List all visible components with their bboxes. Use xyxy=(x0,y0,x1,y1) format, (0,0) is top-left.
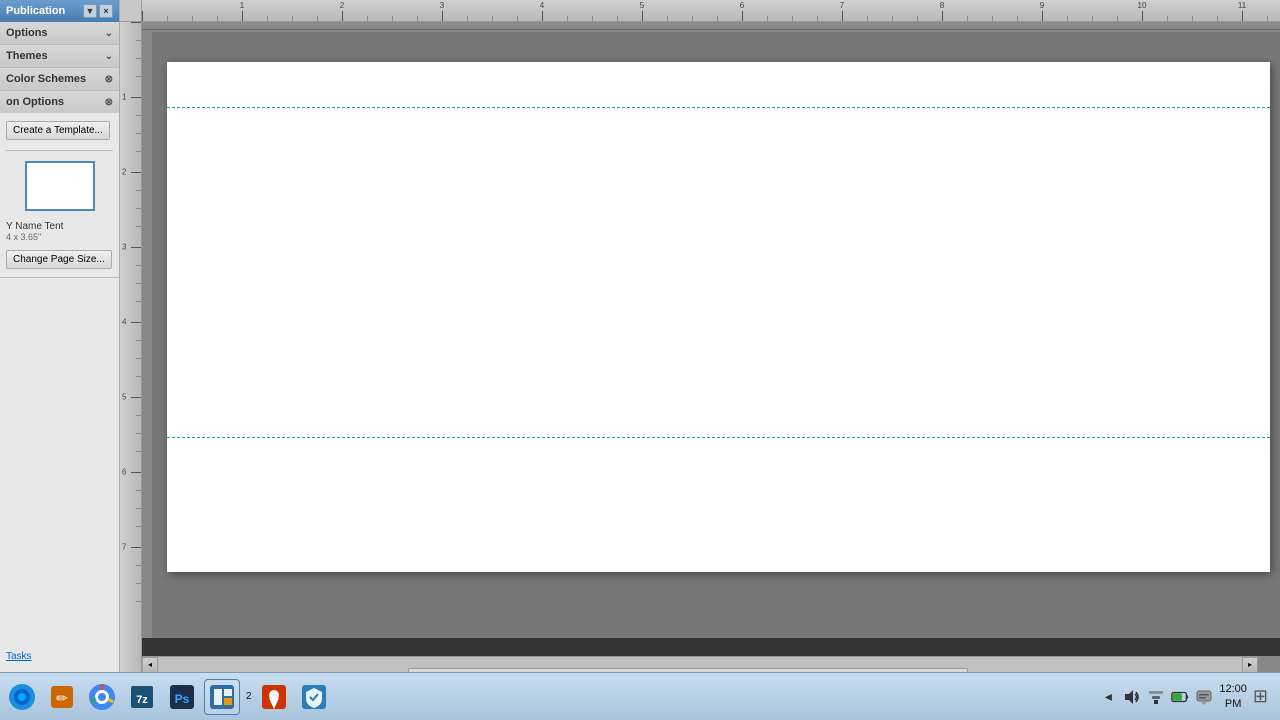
taskbar-chrome-icon[interactable] xyxy=(84,679,120,715)
guide-line-middle xyxy=(167,437,1270,438)
page-white xyxy=(167,62,1270,572)
sidebar: Publication ▼ × Options ⌄ Themes ⌄ Color… xyxy=(0,0,120,672)
page-canvas xyxy=(152,32,1280,650)
ruler-vertical: 1234567 xyxy=(120,22,142,672)
canvas-area: ... 123456789101112 1234567 ◂ xyxy=(120,0,1280,672)
themes-section: Themes ⌄ xyxy=(0,45,119,68)
themes-chevron-icon: ⌄ xyxy=(105,51,113,62)
template-size: 4 x 3.65" xyxy=(6,232,113,242)
panel-titlebar: Publication ▼ × xyxy=(0,0,119,22)
taskbar: ✏ 7z Ps xyxy=(0,672,1280,720)
taskbar-photoshop-icon[interactable]: Ps xyxy=(164,679,200,715)
taskbar-left: ✏ 7z Ps xyxy=(4,679,1099,715)
taskbar-right: ◂ xyxy=(1099,682,1276,711)
taskbar-7zip-icon[interactable]: 7z xyxy=(124,679,160,715)
color-schemes-section: Color Schemes ⊗ xyxy=(0,68,119,91)
scroll-right-button[interactable]: ▸ xyxy=(1242,657,1258,673)
taskbar-security-icon[interactable] xyxy=(296,679,332,715)
taskbar-publisher-icon[interactable] xyxy=(204,679,240,715)
systray-network-icon[interactable] xyxy=(1147,688,1165,706)
resize-indicator: ⊞ xyxy=(1253,686,1268,707)
options-section-header[interactable]: Options ⌄ xyxy=(0,22,119,44)
create-template-button[interactable]: Create a Template... xyxy=(6,121,110,140)
horizontal-scrollbar[interactable]: ◂ ▸ xyxy=(142,656,1258,672)
guide-line-top xyxy=(167,107,1270,108)
dark-bottom-strip xyxy=(142,638,1280,656)
options-label: Options xyxy=(6,27,48,39)
change-page-size-button[interactable]: Change Page Size... xyxy=(6,250,112,269)
color-schemes-chevron-icon: ⊗ xyxy=(105,74,113,85)
systray-speaker-icon[interactable] xyxy=(1123,688,1141,706)
tasks-link[interactable]: Tasks xyxy=(0,649,38,664)
options-section: Options ⌄ xyxy=(0,22,119,45)
svg-text:7z: 7z xyxy=(136,694,148,706)
divider-1 xyxy=(6,150,113,151)
svg-text:✏: ✏ xyxy=(56,692,68,707)
template-name: Y Name Tent xyxy=(6,221,113,232)
main-window: Publication ▼ × Options ⌄ Themes ⌄ Color… xyxy=(0,0,1280,672)
taskbar-maps-icon[interactable] xyxy=(256,679,292,715)
svg-text:Ps: Ps xyxy=(175,692,190,706)
pub-options-section-header[interactable]: on Options ⊗ xyxy=(0,91,119,113)
template-preview xyxy=(25,161,95,211)
system-clock: 12:00 PM xyxy=(1219,682,1247,711)
themes-label: Themes xyxy=(6,50,48,62)
pub-options-section: on Options ⊗ Create a Template... Y Name… xyxy=(0,91,119,278)
ruler-horizontal: 123456789101112 xyxy=(142,0,1280,22)
clock-time: 12:00 xyxy=(1219,682,1247,696)
panel-title: Publication xyxy=(6,5,65,17)
minimize-panel-button[interactable]: ▼ xyxy=(83,4,97,18)
taskbar-start-icon[interactable] xyxy=(4,679,40,715)
clock-ampm: PM xyxy=(1219,697,1247,711)
systray-battery-icon[interactable] xyxy=(1171,688,1189,706)
options-chevron-icon: ⌄ xyxy=(105,28,113,39)
color-schemes-label: Color Schemes xyxy=(6,73,86,85)
taskbar-pen-tool-icon[interactable]: ✏ xyxy=(44,679,80,715)
scroll-left-button[interactable]: ◂ xyxy=(142,657,158,673)
publisher-window-num: 2 xyxy=(246,691,252,702)
systray-notifications-icon[interactable] xyxy=(1195,688,1213,706)
pub-options-label: on Options xyxy=(6,96,64,108)
color-schemes-section-header[interactable]: Color Schemes ⊗ xyxy=(0,68,119,90)
panel-title-buttons: ▼ × xyxy=(83,4,113,18)
close-panel-button[interactable]: × xyxy=(99,4,113,18)
pub-options-chevron-icon: ⊗ xyxy=(105,97,113,108)
themes-section-header[interactable]: Themes ⌄ xyxy=(0,45,119,67)
pub-options-content: Create a Template... Y Name Tent 4 x 3.6… xyxy=(0,113,119,277)
ruler-corner xyxy=(120,0,142,22)
systray-arrow-icon[interactable]: ◂ xyxy=(1099,688,1117,706)
